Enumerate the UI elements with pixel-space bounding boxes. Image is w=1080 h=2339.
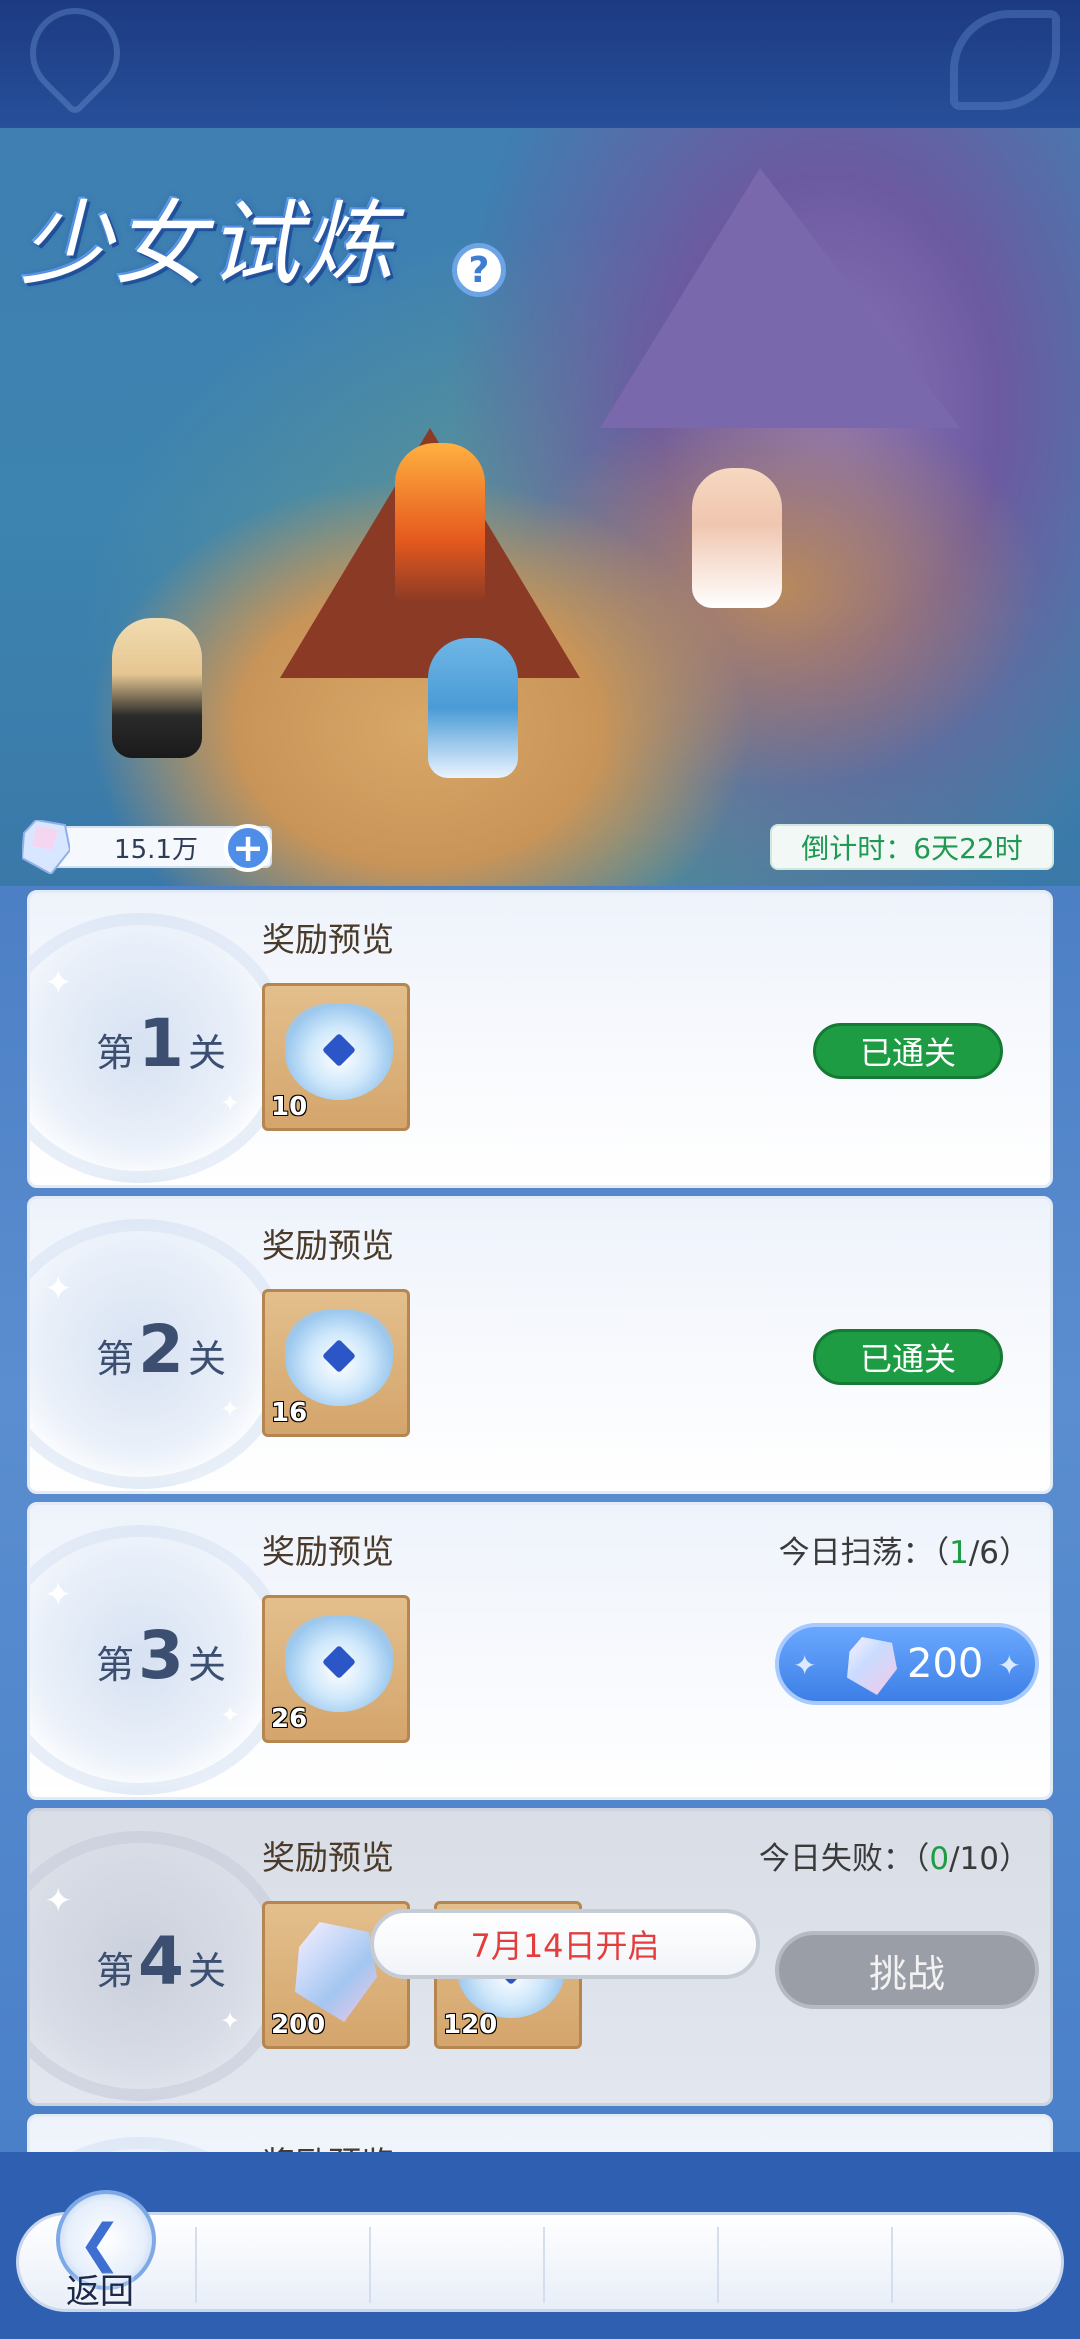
shark-girl-character[interactable] bbox=[428, 638, 518, 778]
reward-qty: 26 bbox=[271, 1704, 308, 1734]
stage-card-2[interactable]: ✦ ✦ 第 2 关 奖励预览 16 已通关 bbox=[27, 1196, 1053, 1494]
stage-card-1[interactable]: ✦ ✦ 第 1 关 奖励预览 10 已通关 bbox=[27, 890, 1053, 1188]
sparkle-icon: ✦ bbox=[44, 1881, 73, 1921]
sparkle-icon: ✦ bbox=[220, 1089, 241, 1117]
sweep-button[interactable]: ✦ 200 ✦ bbox=[775, 1623, 1039, 1705]
sweep-count: 今日扫荡：（1/6） bbox=[778, 1535, 1030, 1571]
question-icon[interactable]: ? bbox=[452, 243, 506, 297]
reward-preview-title: 奖励预览 bbox=[262, 1532, 394, 1571]
dragon-gem-icon bbox=[285, 1616, 393, 1712]
top-bar bbox=[0, 0, 1080, 128]
sparkle-icon: ✦ bbox=[220, 1701, 241, 1729]
challenge-button[interactable]: 挑战 bbox=[775, 1931, 1039, 2009]
stage-card-4[interactable]: ✦ ✦ 第 4 关 奖励预览 今日失败：（0/10） 200 120 7月14日… bbox=[27, 1808, 1053, 2106]
stage-list[interactable]: ✦ ✦ 第 1 关 奖励预览 10 已通关 ✦ ✦ 第 2 关 奖励预览 16 … bbox=[0, 886, 1080, 2152]
sparkle-icon: ✦ bbox=[44, 1575, 73, 1615]
cleared-badge: 已通关 bbox=[813, 1329, 1003, 1385]
reward-preview-title: 奖励预览 bbox=[262, 1226, 394, 1265]
bottom-nav-pill bbox=[16, 2212, 1064, 2312]
sparkle-icon: ✦ bbox=[44, 963, 73, 1003]
stage-card-3[interactable]: ✦ ✦ 第 3 关 奖励预览 今日扫荡：（1/6） 26 ✦ 200 ✦ bbox=[27, 1502, 1053, 1800]
sparkle-icon: ✦ bbox=[220, 2007, 241, 2035]
dragon-gem-icon bbox=[285, 1310, 393, 1406]
lava-flow bbox=[395, 443, 485, 603]
reward-qty: 10 bbox=[271, 1092, 308, 1122]
bottom-bar: ❮ 返回 bbox=[0, 2152, 1080, 2339]
sparkle-icon: ✦ bbox=[220, 1395, 241, 1423]
swirl-decoration-icon bbox=[950, 10, 1060, 110]
sparkle-icon: ✦ bbox=[793, 1649, 817, 1682]
reward-qty: 16 bbox=[271, 1398, 308, 1428]
crystal-icon bbox=[295, 1922, 377, 2022]
reward-qty: 120 bbox=[443, 2010, 498, 2040]
back-label[interactable]: 返回 bbox=[66, 2264, 134, 2313]
reward-preview-title: 奖励预览 bbox=[262, 1838, 394, 1877]
stage-label: 第 1 关 bbox=[96, 1005, 226, 1082]
purple-mountain bbox=[600, 168, 960, 428]
reward-preview-title: 奖励预览 bbox=[262, 2137, 394, 2152]
stage-card-5[interactable]: 奖励预览 bbox=[27, 2114, 1053, 2152]
reward-item[interactable]: 26 bbox=[262, 1595, 410, 1743]
stage-label: 第 2 关 bbox=[96, 1311, 226, 1388]
unlock-date-badge: 7月14日开启 bbox=[370, 1909, 760, 1979]
countdown-value: 6天22时 bbox=[913, 832, 1023, 865]
crystal-icon bbox=[22, 820, 70, 874]
dragon-gem-icon bbox=[285, 1004, 393, 1100]
sparkle-icon: ✦ bbox=[997, 1649, 1021, 1682]
reward-item[interactable]: 16 bbox=[262, 1289, 410, 1437]
currency-amount: 15.1万 bbox=[114, 834, 198, 865]
stage-emblem bbox=[30, 2137, 290, 2152]
countdown-timer: 倒计时： 6天22时 bbox=[770, 824, 1054, 870]
reward-item[interactable]: 10 bbox=[262, 983, 410, 1131]
sweep-cost: 200 bbox=[907, 1641, 984, 1687]
stage-label: 第 4 关 bbox=[96, 1923, 226, 2000]
reward-qty: 200 bbox=[271, 2010, 326, 2040]
crystal-icon bbox=[847, 1637, 897, 1695]
heart-decoration-icon bbox=[11, 0, 139, 117]
countdown-label: 倒计时： bbox=[801, 832, 914, 865]
cleared-badge: 已通关 bbox=[813, 1023, 1003, 1079]
angel-girl-character[interactable] bbox=[692, 468, 782, 608]
fox-girl-character[interactable] bbox=[112, 618, 202, 758]
stage-label: 第 3 关 bbox=[96, 1617, 226, 1694]
fail-count: 今日失败：（0/10） bbox=[758, 1841, 1030, 1877]
sparkle-icon: ✦ bbox=[44, 1269, 73, 1309]
page-title: 少女试炼 bbox=[20, 191, 397, 298]
plus-icon[interactable]: + bbox=[224, 824, 272, 872]
reward-preview-title: 奖励预览 bbox=[262, 920, 394, 959]
